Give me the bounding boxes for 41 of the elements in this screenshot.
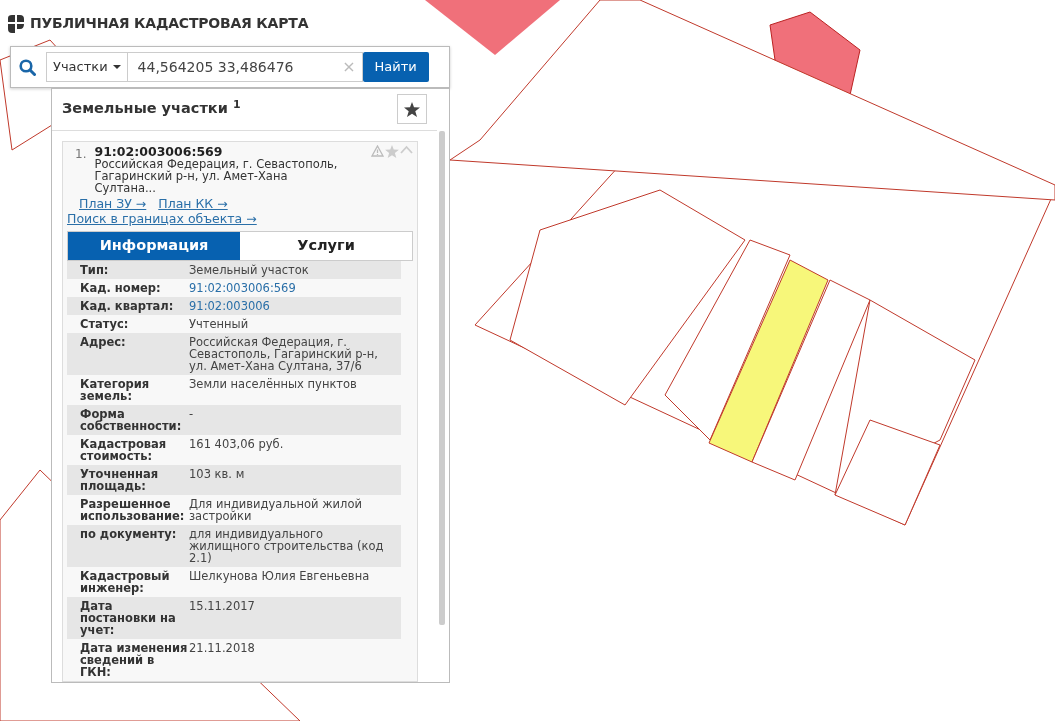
plan-link[interactable]: План ЗУ → — [79, 197, 147, 211]
field-label: Уточненная площадь: — [80, 468, 160, 492]
field-label: Дата изменения сведений в ГКН: — [80, 642, 189, 678]
field-label: Дата постановки на учет: — [80, 600, 177, 636]
field-label: Кад. квартал: — [80, 300, 175, 312]
field-label: Категория земель: — [80, 378, 151, 402]
field-value: Для индивидуальной жилой застройки — [189, 498, 363, 522]
plan-link[interactable]: План КК → — [158, 197, 228, 211]
tab[interactable]: Информация — [68, 232, 240, 260]
field-value: - — [189, 408, 195, 423]
field-link[interactable]: 91:02:003006 — [189, 300, 389, 312]
panel-title: Земельные участки $^{1}$ — [62, 98, 241, 118]
field-value: Российская Федерация, г. Севастополь, Гагаринский р-н, ул. Амет-Хана Султана, 37/6 — [189, 336, 379, 372]
type-dropdown[interactable]: Участки — [46, 52, 128, 82]
tab[interactable]: Услуги — [240, 232, 412, 260]
field-value: Шелкунова Юлия Евгеньевна — [189, 570, 371, 585]
result-address: Российская Федерация, г. Севастополь, Гагаринский р-н, ул. Амет-Хана Султана... — [94, 158, 339, 194]
field-label: Статус: — [80, 318, 130, 330]
search-field[interactable]: 44,564205 33,486476 × — [127, 52, 363, 82]
field-value: Учтенный — [189, 318, 250, 330]
field-label: Кадастровый инженер: — [80, 570, 171, 594]
plan-link[interactable]: Поиск в границах объекта → — [67, 212, 257, 226]
field-value: Земли населённых пунктов — [189, 378, 358, 393]
field-label: Кад. номер: — [80, 282, 162, 294]
field-label: Кадастровая стоимость: — [80, 438, 168, 462]
app-title: ПУБЛИЧНАЯ КАДАСТРОВАЯ КАРТА — [30, 14, 309, 33]
field-value: Земельный участок — [189, 264, 310, 276]
field-label: Тип: — [80, 264, 110, 276]
field-link[interactable]: 91:02:003006:569 — [189, 282, 389, 294]
field-label: по документу: — [80, 528, 178, 543]
find-button[interactable]: Найти — [362, 52, 429, 82]
result-index: 1. — [75, 146, 87, 163]
field-value: 15.11.2017 — [189, 600, 256, 615]
field-value: 161 403,06 руб. — [189, 438, 285, 453]
field-value: 21.11.2018 — [189, 642, 256, 657]
field-label: Форма собственности: — [80, 408, 183, 432]
field-label: Разрешенное использование: — [80, 498, 186, 522]
field-value: 103 кв. м — [189, 468, 246, 483]
field-value: для индивидуального жилищного строительства (код 2.1) — [189, 528, 385, 564]
cadastral-number: 91:02:003006:569 — [94, 145, 224, 158]
field-label: Адрес: — [80, 336, 127, 351]
